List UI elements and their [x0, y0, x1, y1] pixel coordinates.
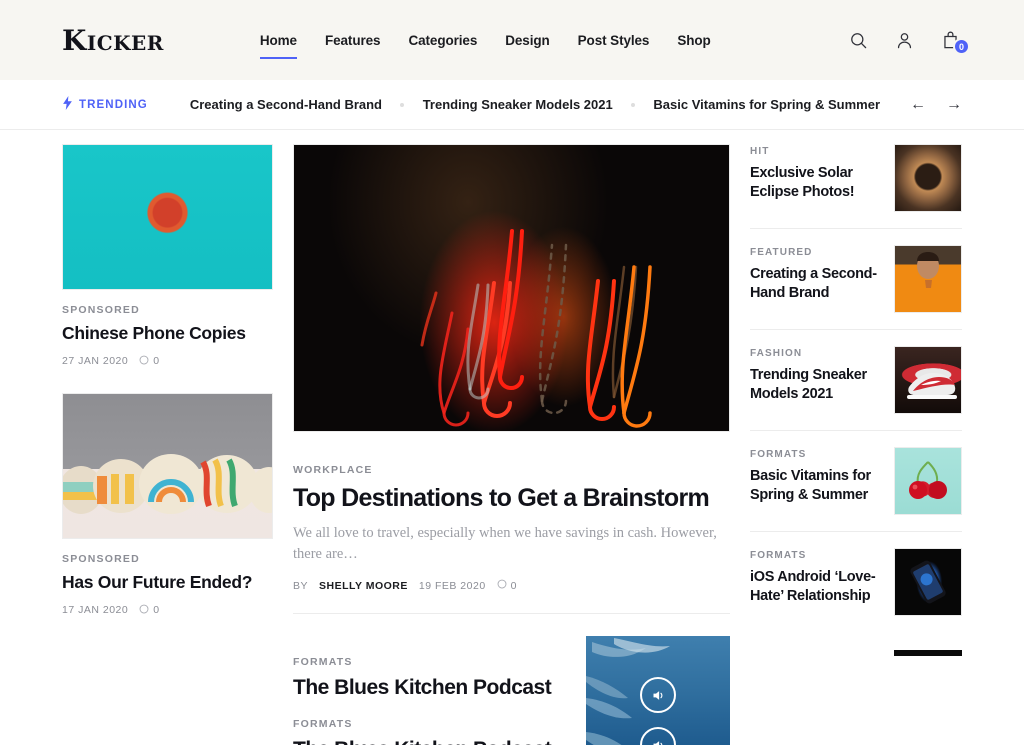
lightning-bolt-icon	[62, 96, 73, 113]
section-divider	[293, 613, 730, 615]
sponsored-card-image[interactable]	[62, 144, 273, 290]
trending-item-1[interactable]: Trending Sneaker Models 2021	[423, 97, 613, 112]
feature-article-body: WORKPLACE Top Destinations to Get a Brai…	[293, 432, 730, 592]
trending-item-0[interactable]: Creating a Second-Hand Brand	[190, 97, 382, 112]
sidebar-article-text: FORMATS iOS Android ‘Love-Hate’ Relation…	[750, 548, 880, 606]
sidebar-article-kicker: FORMATS	[750, 449, 807, 460]
shopping-bag-icon[interactable]: 0	[938, 28, 970, 55]
right-sidebar: HIT Exclusive Solar Eclipse Photos! FEAT…	[750, 144, 962, 656]
user-icon[interactable]	[892, 28, 916, 52]
podcast-row: FORMATS The Blues Kitchen Podcast FORMAT…	[293, 636, 730, 745]
sidebar-article-title[interactable]: Exclusive Solar Eclipse Photos!	[750, 164, 880, 202]
sidebar-article: FASHION Trending Sneaker Models 2021	[750, 330, 962, 431]
audio-speaker-icon[interactable]	[640, 677, 676, 714]
main-navigation: Home Features Categories Design Post Sty…	[259, 0, 711, 80]
podcast-title[interactable]: The Blues Kitchen Podcast	[293, 675, 564, 700]
podcast-kicker: FORMATS	[293, 656, 353, 669]
sponsored-card-image[interactable]	[62, 392, 273, 539]
podcast-image[interactable]	[586, 636, 730, 745]
site-logo[interactable]: Kicker	[62, 24, 164, 57]
page-body: SPONSORED Chinese Phone Copies 27 JAN 20…	[0, 130, 1024, 745]
post-date: 17 JAN 2020	[62, 604, 129, 617]
podcast-kicker: FORMATS	[293, 718, 353, 731]
trending-item-2[interactable]: Basic Vitamins for Spring & Summer	[653, 97, 880, 112]
comment-count-value: 0	[510, 579, 518, 592]
main-column: WORKPLACE Top Destinations to Get a Brai…	[293, 144, 730, 745]
left-column: SPONSORED Chinese Phone Copies 27 JAN 20…	[62, 144, 273, 642]
sidebar-truncated-thumbnail	[894, 650, 962, 656]
podcast-title[interactable]: The Blues Kitchen Podcast	[293, 737, 564, 745]
nav-item-categories[interactable]: Categories	[408, 29, 477, 52]
podcast-text-column: FORMATS The Blues Kitchen Podcast FORMAT…	[293, 636, 564, 745]
sidebar-article-thumbnail[interactable]	[894, 447, 962, 515]
sponsored-card-meta: 27 JAN 2020 0	[62, 355, 273, 368]
sponsored-card-title[interactable]: Chinese Phone Copies	[62, 323, 273, 345]
byline-author[interactable]: SHELLY MOORE	[319, 580, 408, 592]
podcast-block: FORMATS The Blues Kitchen Podcast	[293, 656, 564, 700]
trending-next-arrow-icon[interactable]: →	[946, 96, 962, 113]
comment-count: 0	[139, 604, 159, 617]
podcast-block: FORMATS The Blues Kitchen Podcast BY SAN…	[293, 718, 564, 745]
search-icon[interactable]	[846, 28, 870, 52]
feature-article-image[interactable]	[293, 144, 730, 432]
sidebar-article-kicker: HIT	[750, 146, 770, 157]
trending-arrows: ← →	[910, 96, 962, 113]
trending-items: Creating a Second-Hand Brand Trending Sn…	[190, 97, 880, 112]
feature-title[interactable]: Top Destinations to Get a Brainstorm	[293, 483, 730, 513]
sponsored-card: SPONSORED Chinese Phone Copies 27 JAN 20…	[62, 144, 273, 368]
sponsored-card-kicker: SPONSORED	[62, 304, 140, 316]
sidebar-article-title[interactable]: iOS Android ‘Love-Hate’ Relationship	[750, 568, 880, 606]
header-actions: 0	[846, 28, 970, 55]
sidebar-article-title[interactable]: Basic Vitamins for Spring & Summer	[750, 467, 880, 505]
sponsored-card-kicker: SPONSORED	[62, 552, 140, 565]
sidebar-article-text: FEATURED Creating a Second-Hand Brand	[750, 245, 880, 303]
sidebar-article-thumbnail[interactable]	[894, 144, 962, 212]
trending-bar: TRENDING Creating a Second-Hand Brand Tr…	[0, 80, 1024, 130]
trending-label: TRENDING	[62, 96, 148, 113]
sidebar-article-thumbnail[interactable]	[894, 245, 962, 313]
trending-separator	[382, 102, 423, 107]
comment-count: 0	[497, 579, 517, 592]
site-header: Kicker Home Features Categories Design P…	[0, 0, 1024, 80]
sidebar-article-kicker: FASHION	[750, 348, 803, 359]
sidebar-article-title[interactable]: Trending Sneaker Models 2021	[750, 366, 880, 404]
comment-count-value: 0	[153, 355, 160, 368]
trending-label-text: TRENDING	[79, 98, 148, 111]
trending-prev-arrow-icon[interactable]: ←	[910, 96, 926, 113]
feature-excerpt: We all love to travel, especially when w…	[293, 525, 717, 563]
comment-bubble-icon	[139, 355, 149, 368]
sidebar-article: FEATURED Creating a Second-Hand Brand	[750, 229, 962, 330]
comment-bubble-icon	[139, 604, 149, 617]
comment-bubble-icon	[497, 579, 507, 592]
sidebar-article-kicker: FORMATS	[750, 550, 807, 561]
sponsored-card-title[interactable]: Has Our Future Ended?	[62, 572, 273, 594]
sidebar-article: FORMATS Basic Vitamins for Spring & Summ…	[750, 431, 962, 532]
byline-prefix: BY	[293, 579, 309, 592]
nav-item-design[interactable]: Design	[505, 29, 550, 52]
sponsored-card: SPONSORED Has Our Future Ended? 17 JAN 2…	[62, 392, 273, 617]
nav-item-features[interactable]: Features	[325, 29, 381, 52]
sidebar-article-thumbnail[interactable]	[894, 346, 962, 414]
feature-kicker: WORKPLACE	[293, 464, 373, 476]
trending-separator	[613, 102, 654, 107]
sidebar-article-text: FASHION Trending Sneaker Models 2021	[750, 346, 880, 404]
comment-count-value: 0	[153, 604, 160, 617]
sidebar-article: FORMATS iOS Android ‘Love-Hate’ Relation…	[750, 532, 962, 632]
nav-item-post-styles[interactable]: Post Styles	[578, 29, 650, 52]
sidebar-article-text: HIT Exclusive Solar Eclipse Photos!	[750, 144, 880, 202]
sidebar-article-title[interactable]: Creating a Second-Hand Brand	[750, 265, 880, 303]
post-date: 19 FEB 2020	[418, 579, 486, 592]
nav-item-shop[interactable]: Shop	[677, 29, 710, 52]
sidebar-article: HIT Exclusive Solar Eclipse Photos!	[750, 144, 962, 229]
comment-count: 0	[139, 355, 159, 368]
sponsored-card-meta: 17 JAN 2020 0	[62, 604, 273, 617]
feature-byline: BY SHELLY MOORE 19 FEB 2020 0	[293, 579, 730, 592]
sidebar-article-text: FORMATS Basic Vitamins for Spring & Summ…	[750, 447, 880, 505]
post-date: 27 JAN 2020	[62, 355, 129, 368]
sidebar-article-thumbnail[interactable]	[894, 548, 962, 616]
cart-count-badge: 0	[953, 38, 970, 55]
nav-item-home[interactable]: Home	[259, 29, 298, 59]
sidebar-article-kicker: FEATURED	[750, 247, 813, 258]
